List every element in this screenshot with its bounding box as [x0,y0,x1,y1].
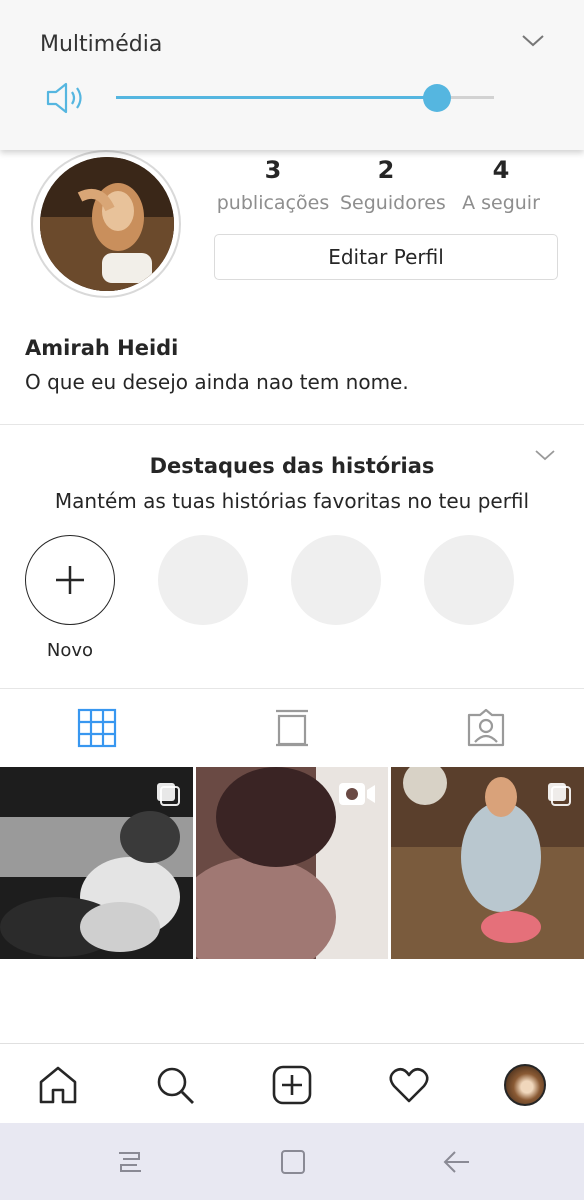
feed-icon[interactable] [272,708,312,748]
stat-posts[interactable]: 3 publicações [217,156,329,214]
edit-profile-button[interactable]: Editar Perfil [214,234,558,280]
new-highlight-label: Novo [46,640,94,661]
multiple-icon [548,783,571,806]
post-thumbnail[interactable] [391,767,584,959]
highlights-title: Destaques das histórias [149,454,435,478]
post-thumbnail[interactable] [0,767,193,959]
speaker-icon[interactable] [44,80,86,116]
plus-icon [56,566,84,594]
profile-photo [40,157,174,291]
home-icon[interactable] [37,1064,79,1106]
post-thumbnail[interactable] [196,767,388,959]
posts-count: 3 [264,156,282,184]
multiple-icon [157,783,180,806]
volume-fill [116,96,438,99]
profile-avatar[interactable] [504,1064,546,1106]
stat-followers[interactable]: 2 Seguidores [340,156,446,214]
divider [0,688,584,689]
chevron-down-icon[interactable] [533,446,557,464]
highlight-placeholder [291,535,381,625]
divider [0,424,584,425]
followers-label: Seguidores [340,192,446,214]
video-icon [339,783,375,805]
add-post-icon[interactable] [271,1064,313,1106]
profile-bio: O que eu desejo ainda nao tem nome. [25,370,409,394]
followers-count: 2 [377,156,395,184]
home-square-icon[interactable] [278,1147,308,1177]
back-icon[interactable] [441,1147,471,1177]
stat-following[interactable]: 4 A seguir [460,156,542,214]
profile-avatar[interactable] [31,150,181,298]
volume-slider[interactable] [116,84,494,112]
highlight-placeholder [158,535,248,625]
following-count: 4 [492,156,510,184]
posts-label: publicações [216,192,330,214]
grid-icon[interactable] [77,708,117,748]
profile-name: Amirah Heidi [25,336,179,360]
system-nav-bar [0,1123,584,1200]
highlights-subtitle: Mantém as tuas histórias favoritas no te… [54,489,530,513]
new-highlight-button[interactable] [25,535,115,625]
media-panel-title: Multimédia [40,32,163,57]
search-icon[interactable] [154,1064,196,1106]
volume-thumb[interactable] [423,84,452,112]
bottom-nav [0,1043,584,1123]
recents-icon[interactable] [115,1147,145,1177]
highlight-placeholder [424,535,514,625]
heart-icon[interactable] [388,1064,430,1106]
chevron-down-icon[interactable] [520,30,546,50]
tagged-icon[interactable] [466,708,506,748]
following-label: A seguir [462,192,540,214]
media-volume-panel: Multimédia [0,0,584,150]
